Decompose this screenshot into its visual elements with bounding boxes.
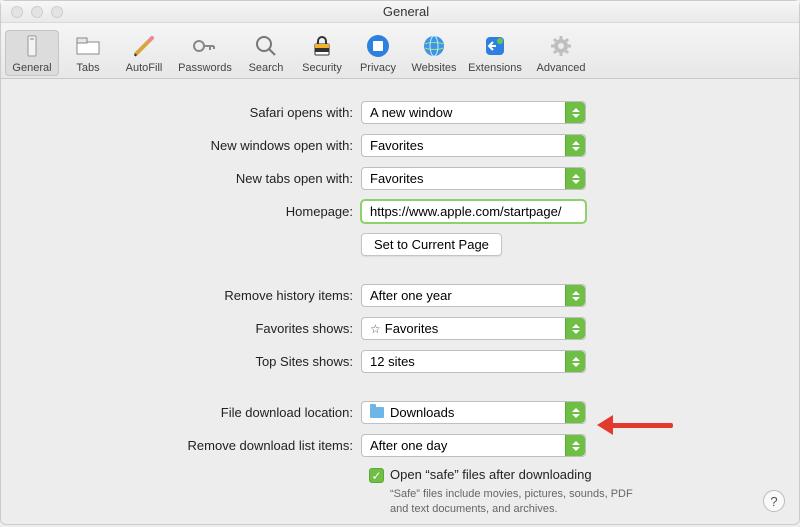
annotation-arrow	[597, 415, 677, 435]
autofill-icon	[117, 32, 171, 60]
select-remove-history[interactable]: After one year	[361, 284, 586, 307]
chevron-updown-icon	[565, 285, 585, 306]
chevron-updown-icon	[565, 135, 585, 156]
tab-search-label: Search	[239, 62, 293, 74]
tab-security-label: Security	[295, 62, 349, 74]
select-new-windows[interactable]: Favorites	[361, 134, 586, 157]
tab-advanced[interactable]: Advanced	[529, 30, 593, 76]
tab-passwords[interactable]: Passwords	[173, 30, 237, 76]
tab-advanced-label: Advanced	[529, 62, 593, 74]
tab-websites[interactable]: Websites	[407, 30, 461, 76]
folder-icon	[370, 407, 384, 418]
select-topsites-shows[interactable]: 12 sites	[361, 350, 586, 373]
label-remove-downloads: Remove download list items:	[31, 438, 361, 453]
select-remove-history-value: After one year	[370, 288, 452, 303]
tab-tabs[interactable]: Tabs	[61, 30, 115, 76]
label-opens-with: Safari opens with:	[31, 105, 361, 120]
label-homepage: Homepage:	[31, 204, 361, 219]
select-remove-downloads[interactable]: After one day	[361, 434, 586, 457]
tab-privacy[interactable]: Privacy	[351, 30, 405, 76]
select-new-tabs[interactable]: Favorites	[361, 167, 586, 190]
select-favorites-shows-value: Favorites	[385, 321, 438, 336]
select-new-windows-value: Favorites	[370, 138, 423, 153]
homepage-input[interactable]	[361, 200, 586, 223]
safe-files-label: Open “safe” files after downloading	[390, 467, 592, 482]
key-icon	[173, 32, 237, 60]
tab-autofill[interactable]: AutoFill	[117, 30, 171, 76]
select-favorites-shows[interactable]: ☆ Favorites	[361, 317, 586, 340]
label-new-tabs: New tabs open with:	[31, 171, 361, 186]
tab-websites-label: Websites	[407, 62, 461, 74]
label-download-location: File download location:	[31, 405, 361, 420]
label-remove-history: Remove history items:	[31, 288, 361, 303]
preferences-toolbar: General Tabs AutoFill Passwords Search S…	[1, 23, 799, 79]
tab-general[interactable]: General	[5, 30, 59, 76]
safe-files-checkbox[interactable]: ✓	[369, 468, 384, 483]
star-icon: ☆	[370, 322, 381, 336]
select-topsites-shows-value: 12 sites	[370, 354, 415, 369]
chevron-updown-icon	[565, 318, 585, 339]
label-favorites-shows: Favorites shows:	[31, 321, 361, 336]
search-icon	[239, 32, 293, 60]
safe-files-description: “Safe” files include movies, pictures, s…	[390, 487, 640, 517]
tab-search[interactable]: Search	[239, 30, 293, 76]
tab-autofill-label: AutoFill	[117, 62, 171, 74]
select-download-location[interactable]: Downloads	[361, 401, 586, 424]
window-title: General	[13, 4, 799, 19]
chevron-updown-icon	[565, 435, 585, 456]
set-current-page-button[interactable]: Set to Current Page	[361, 233, 502, 256]
tab-tabs-label: Tabs	[61, 62, 115, 74]
extensions-icon	[463, 32, 527, 60]
tabs-icon	[61, 32, 115, 60]
select-download-location-value: Downloads	[390, 405, 454, 420]
select-opens-with-value: A new window	[370, 105, 452, 120]
chevron-updown-icon	[565, 102, 585, 123]
tab-passwords-label: Passwords	[173, 62, 237, 74]
gear-icon	[529, 32, 593, 60]
globe-icon	[407, 32, 461, 60]
help-button[interactable]: ?	[763, 490, 785, 512]
tab-extensions[interactable]: Extensions	[463, 30, 527, 76]
chevron-updown-icon	[565, 168, 585, 189]
titlebar: General	[1, 1, 799, 23]
select-remove-downloads-value: After one day	[370, 438, 447, 453]
tab-extensions-label: Extensions	[463, 62, 527, 74]
general-icon	[5, 32, 59, 60]
chevron-updown-icon	[565, 351, 585, 372]
security-icon	[295, 32, 349, 60]
label-topsites-shows: Top Sites shows:	[31, 354, 361, 369]
tab-privacy-label: Privacy	[351, 62, 405, 74]
label-new-windows: New windows open with:	[31, 138, 361, 153]
general-pane: Safari opens with: A new window New wind…	[1, 79, 799, 527]
tab-security[interactable]: Security	[295, 30, 349, 76]
select-opens-with[interactable]: A new window	[361, 101, 586, 124]
select-new-tabs-value: Favorites	[370, 171, 423, 186]
privacy-icon	[351, 32, 405, 60]
tab-general-label: General	[5, 62, 59, 74]
chevron-updown-icon	[565, 402, 585, 423]
